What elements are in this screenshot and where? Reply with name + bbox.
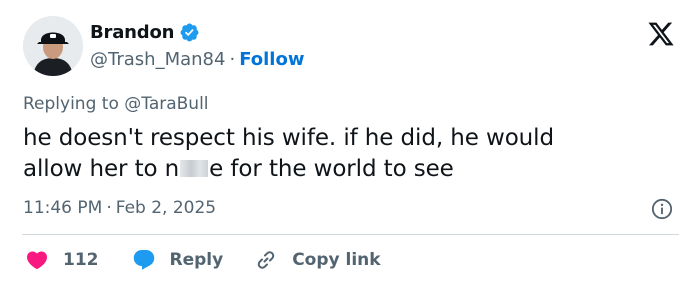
- divider: [22, 234, 679, 235]
- replying-to: Replying to @TaraBull: [23, 94, 209, 114]
- censor-blur: [180, 160, 209, 177]
- heart-icon: [26, 251, 48, 270]
- tweet-line-1: he doesn't respect his wife. if he did, …: [23, 125, 554, 151]
- tweet-time[interactable]: 11:46 PM: [23, 198, 102, 218]
- user-handle[interactable]: @Trash_Man84: [90, 49, 225, 70]
- info-icon[interactable]: [651, 198, 673, 220]
- copy-link-button[interactable]: Copy link: [254, 248, 381, 272]
- separator-dot: ·: [106, 198, 112, 218]
- author-name-row[interactable]: Brandon: [90, 22, 200, 43]
- tweet-date[interactable]: Feb 2, 2025: [116, 198, 216, 218]
- display-name[interactable]: Brandon: [90, 22, 174, 43]
- reply-button[interactable]: Reply: [132, 248, 224, 272]
- replying-prefix: Replying to: [23, 94, 119, 114]
- copy-link-label: Copy link: [292, 250, 381, 270]
- like-button[interactable]: 112: [25, 248, 99, 272]
- action-bar: 112 Reply Copy link: [25, 248, 381, 272]
- handle-row: @Trash_Man84 · Follow: [90, 49, 304, 70]
- reply-label: Reply: [169, 250, 224, 270]
- link-icon: [257, 251, 275, 269]
- reply-bubble-icon: [133, 250, 154, 270]
- avatar[interactable]: [23, 16, 83, 76]
- tweet-line-2: allow her to n e for the world to see: [23, 154, 663, 185]
- like-count: 112: [63, 250, 99, 270]
- avatar-image: [23, 16, 83, 76]
- reply-mention-link[interactable]: @TaraBull: [124, 94, 208, 114]
- x-logo-icon[interactable]: [646, 20, 676, 48]
- tweet-line-2-end: e for the world to see: [209, 156, 454, 182]
- timestamp[interactable]: 11:46 PM · Feb 2, 2025: [23, 198, 216, 218]
- tweet-line-2-start: allow her to n: [23, 156, 180, 182]
- separator-dot: ·: [229, 49, 236, 70]
- follow-button[interactable]: Follow: [239, 49, 304, 70]
- verified-badge-icon: [179, 22, 200, 43]
- tweet-text: he doesn't respect his wife. if he did, …: [23, 123, 663, 185]
